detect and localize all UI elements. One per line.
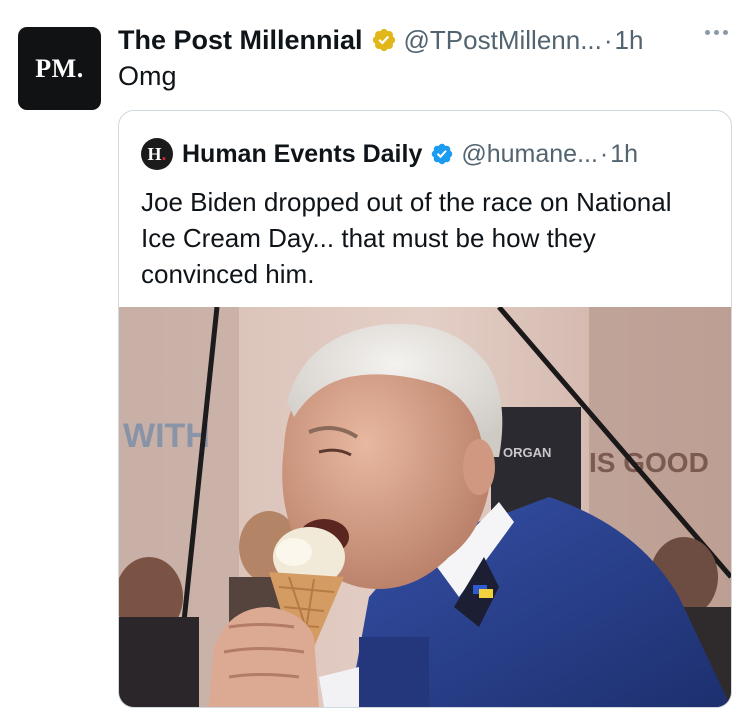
quoted-tweet-header: H. Human Events Daily @humane... · 1h bbox=[141, 137, 721, 171]
quoted-author-avatar[interactable]: H. bbox=[141, 138, 173, 170]
author-name[interactable]: The Post Millennial bbox=[118, 25, 363, 56]
photo-sign-right: IS GOOD bbox=[589, 447, 709, 478]
gold-verified-badge-icon[interactable] bbox=[371, 27, 397, 53]
photo-sign-center: ORGAN bbox=[503, 445, 551, 460]
dot-icon bbox=[705, 30, 710, 35]
author-handle[interactable]: @TPostMillenn... bbox=[404, 25, 602, 56]
separator-dot: · bbox=[603, 24, 613, 55]
man-eating-ice-cream-photo: ORGAN WITH IS GOOD bbox=[119, 307, 731, 707]
author-avatar[interactable]: PM. bbox=[18, 27, 101, 110]
tweet-text: Omg bbox=[118, 61, 177, 91]
quoted-author-name[interactable]: Human Events Daily bbox=[182, 140, 422, 169]
photo-sign-left: WITH bbox=[123, 417, 210, 455]
quoted-avatar-dot: . bbox=[161, 143, 167, 164]
quoted-timestamp[interactable]: 1h bbox=[610, 140, 638, 169]
quoted-author-handle[interactable]: @humane... bbox=[461, 140, 598, 169]
quoted-tweet-text: Joe Biden dropped out of the race on Nat… bbox=[141, 187, 672, 289]
quoted-tweet-card[interactable]: H. Human Events Daily @humane... · 1h Jo… bbox=[118, 110, 732, 708]
quoted-avatar-letter: H bbox=[147, 143, 162, 164]
quoted-tweet-photo[interactable]: ORGAN WITH IS GOOD bbox=[119, 307, 731, 707]
dot-icon bbox=[723, 30, 728, 35]
avatar-label: PM. bbox=[35, 53, 84, 83]
dot-icon bbox=[714, 30, 719, 35]
blue-verified-badge-icon[interactable] bbox=[430, 142, 454, 166]
tweet-timestamp[interactable]: 1h bbox=[615, 25, 644, 56]
tweet-header: The Post Millennial @TPostMillenn... · 1… bbox=[118, 22, 740, 58]
more-options-icon[interactable] bbox=[705, 30, 728, 35]
separator-dot: · bbox=[599, 139, 609, 168]
